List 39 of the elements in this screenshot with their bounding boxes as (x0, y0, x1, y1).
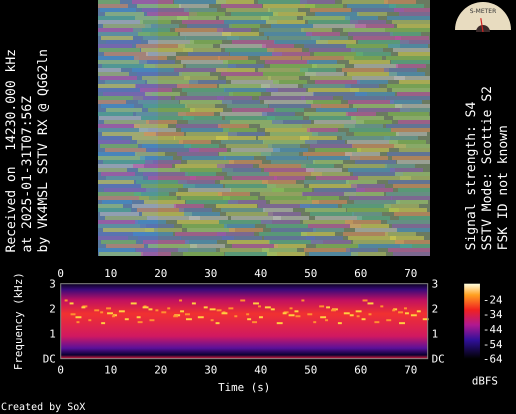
time-tick-label: 30 (204, 266, 218, 280)
time-tick-label: 70 (404, 363, 418, 376)
signal-info-text: Signal strength: S4 (464, 100, 480, 250)
frequency-tick-label: 1 (49, 327, 56, 340)
colour-scale-label: -54 (482, 338, 502, 351)
time-tick-label: 70 (404, 266, 418, 280)
time-tick-label: 20 (154, 266, 168, 280)
time-tick-label: 50 (304, 363, 318, 376)
reception-info-text: by VK4MSL SSTV RX @ QG62ln (36, 48, 52, 252)
time-tick-label: 0 (57, 266, 64, 280)
frequency-axis-label: Frequency (kHz) (12, 272, 26, 370)
colour-scale-label: -34 (482, 308, 502, 322)
time-tick-label: 10 (104, 363, 118, 376)
time-tick-label: 60 (354, 363, 368, 376)
frequency-tick-label: DC (432, 352, 445, 366)
frequency-tick-label: 1 (432, 327, 438, 340)
time-tick-label: 0 (57, 363, 64, 376)
signal-info-text: FSK ID not known (496, 124, 512, 250)
time-tick-label: 30 (204, 363, 218, 376)
time-tick-label: 10 (104, 266, 118, 280)
frequency-tick-label: 2 (432, 302, 438, 316)
frequency-tick-label: 3 (432, 278, 438, 291)
time-tick-label: 50 (304, 266, 318, 280)
frequency-tick-label: 2 (49, 302, 56, 316)
time-tick-label: 20 (154, 363, 168, 376)
time-axis-label: Time (s) (218, 381, 270, 394)
frequency-tick-label: 3 (49, 278, 56, 291)
colour-scale-label: -44 (482, 322, 502, 336)
signal-info-text: SSTV Mode: Scottie S2 (480, 86, 496, 250)
reception-info-text: at 2025-01-31T07:56Z (20, 94, 36, 252)
colour-scale-unit: dBFS (472, 374, 498, 388)
time-tick-label: 40 (254, 363, 268, 376)
footer-credit: Created by SoX (0, 402, 86, 414)
time-tick-label: 60 (354, 266, 368, 280)
frequency-tick-label: DC (42, 352, 56, 366)
colour-scale-label: -24 (482, 293, 502, 306)
colour-scale-label: -64 (482, 352, 502, 366)
time-tick-label: 40 (254, 266, 268, 280)
reception-info-text: Received on 14230.000 kHz (4, 48, 20, 252)
